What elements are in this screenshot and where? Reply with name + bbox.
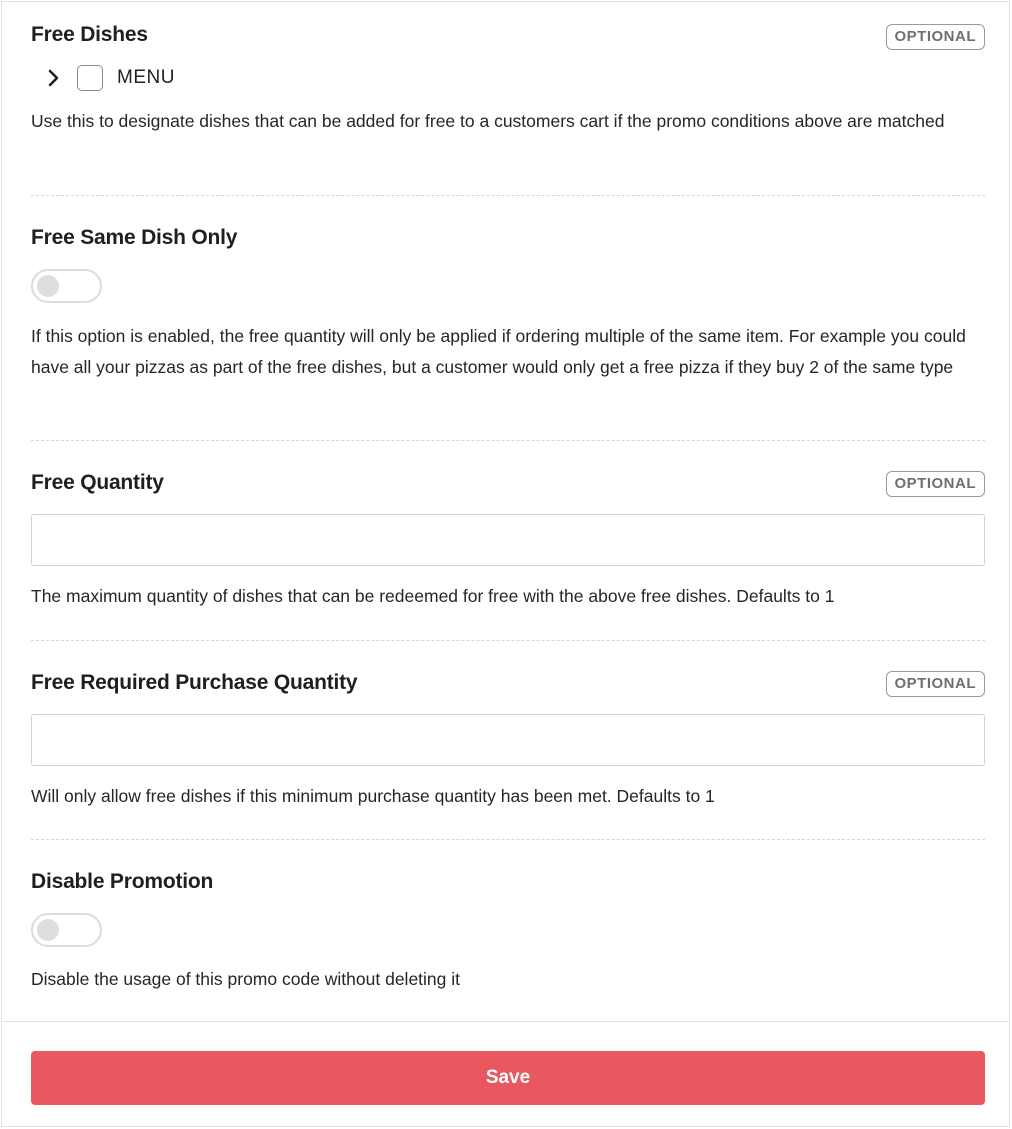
- optional-badge: OPTIONAL: [885, 671, 985, 697]
- disable-promotion-label: Disable Promotion: [31, 870, 214, 893]
- disable-promotion-help: Disable the usage of this promo code wit…: [31, 969, 461, 989]
- form-content: Free Dishes OPTIONAL MENU Use this to de…: [2, 2, 1009, 1022]
- free-quantity-help: The maximum quantity of dishes that can …: [31, 586, 835, 606]
- menu-tree-label: MENU: [117, 67, 175, 88]
- free-quantity-field: Free Quantity OPTIONAL The maximum quant…: [31, 471, 985, 616]
- free-required-purchase-quantity-help: Will only allow free dishes if this mini…: [31, 786, 715, 806]
- chevron-right-icon[interactable]: [45, 69, 63, 87]
- disable-promotion-field: Disable Promotion Disable the usage of t…: [31, 870, 985, 1000]
- save-button[interactable]: Save: [31, 1051, 985, 1105]
- free-same-dish-only-toggle[interactable]: [31, 269, 102, 303]
- free-required-purchase-quantity-input[interactable]: [31, 714, 985, 766]
- section-divider: [31, 195, 985, 196]
- toggle-knob: [37, 919, 59, 941]
- free-required-purchase-quantity-field: Free Required Purchase Quantity OPTIONAL…: [31, 671, 985, 816]
- free-dishes-label: Free Dishes: [31, 23, 148, 46]
- menu-checkbox[interactable]: [77, 65, 103, 91]
- menu-tree-item[interactable]: MENU: [45, 63, 175, 93]
- free-dishes-help: Use this to designate dishes that can be…: [31, 111, 945, 131]
- free-same-dish-only-help: If this option is enabled, the free quan…: [31, 326, 966, 377]
- toggle-knob: [37, 275, 59, 297]
- free-quantity-input[interactable]: [31, 514, 985, 566]
- free-same-dish-only-label: Free Same Dish Only: [31, 226, 238, 249]
- section-divider: [31, 440, 985, 441]
- section-divider: [31, 640, 985, 641]
- disable-promotion-toggle[interactable]: [31, 913, 102, 947]
- free-required-purchase-quantity-label: Free Required Purchase Quantity: [31, 671, 358, 694]
- free-quantity-label: Free Quantity: [31, 471, 164, 494]
- promo-settings-panel: Free Dishes OPTIONAL MENU Use this to de…: [1, 1, 1010, 1127]
- footer-divider: [2, 1021, 1009, 1022]
- free-dishes-field: Free Dishes OPTIONAL MENU Use this to de…: [31, 23, 985, 173]
- optional-badge: OPTIONAL: [885, 24, 985, 50]
- free-same-dish-only-field: Free Same Dish Only If this option is en…: [31, 226, 985, 416]
- optional-badge: OPTIONAL: [885, 471, 985, 497]
- section-divider: [31, 839, 985, 840]
